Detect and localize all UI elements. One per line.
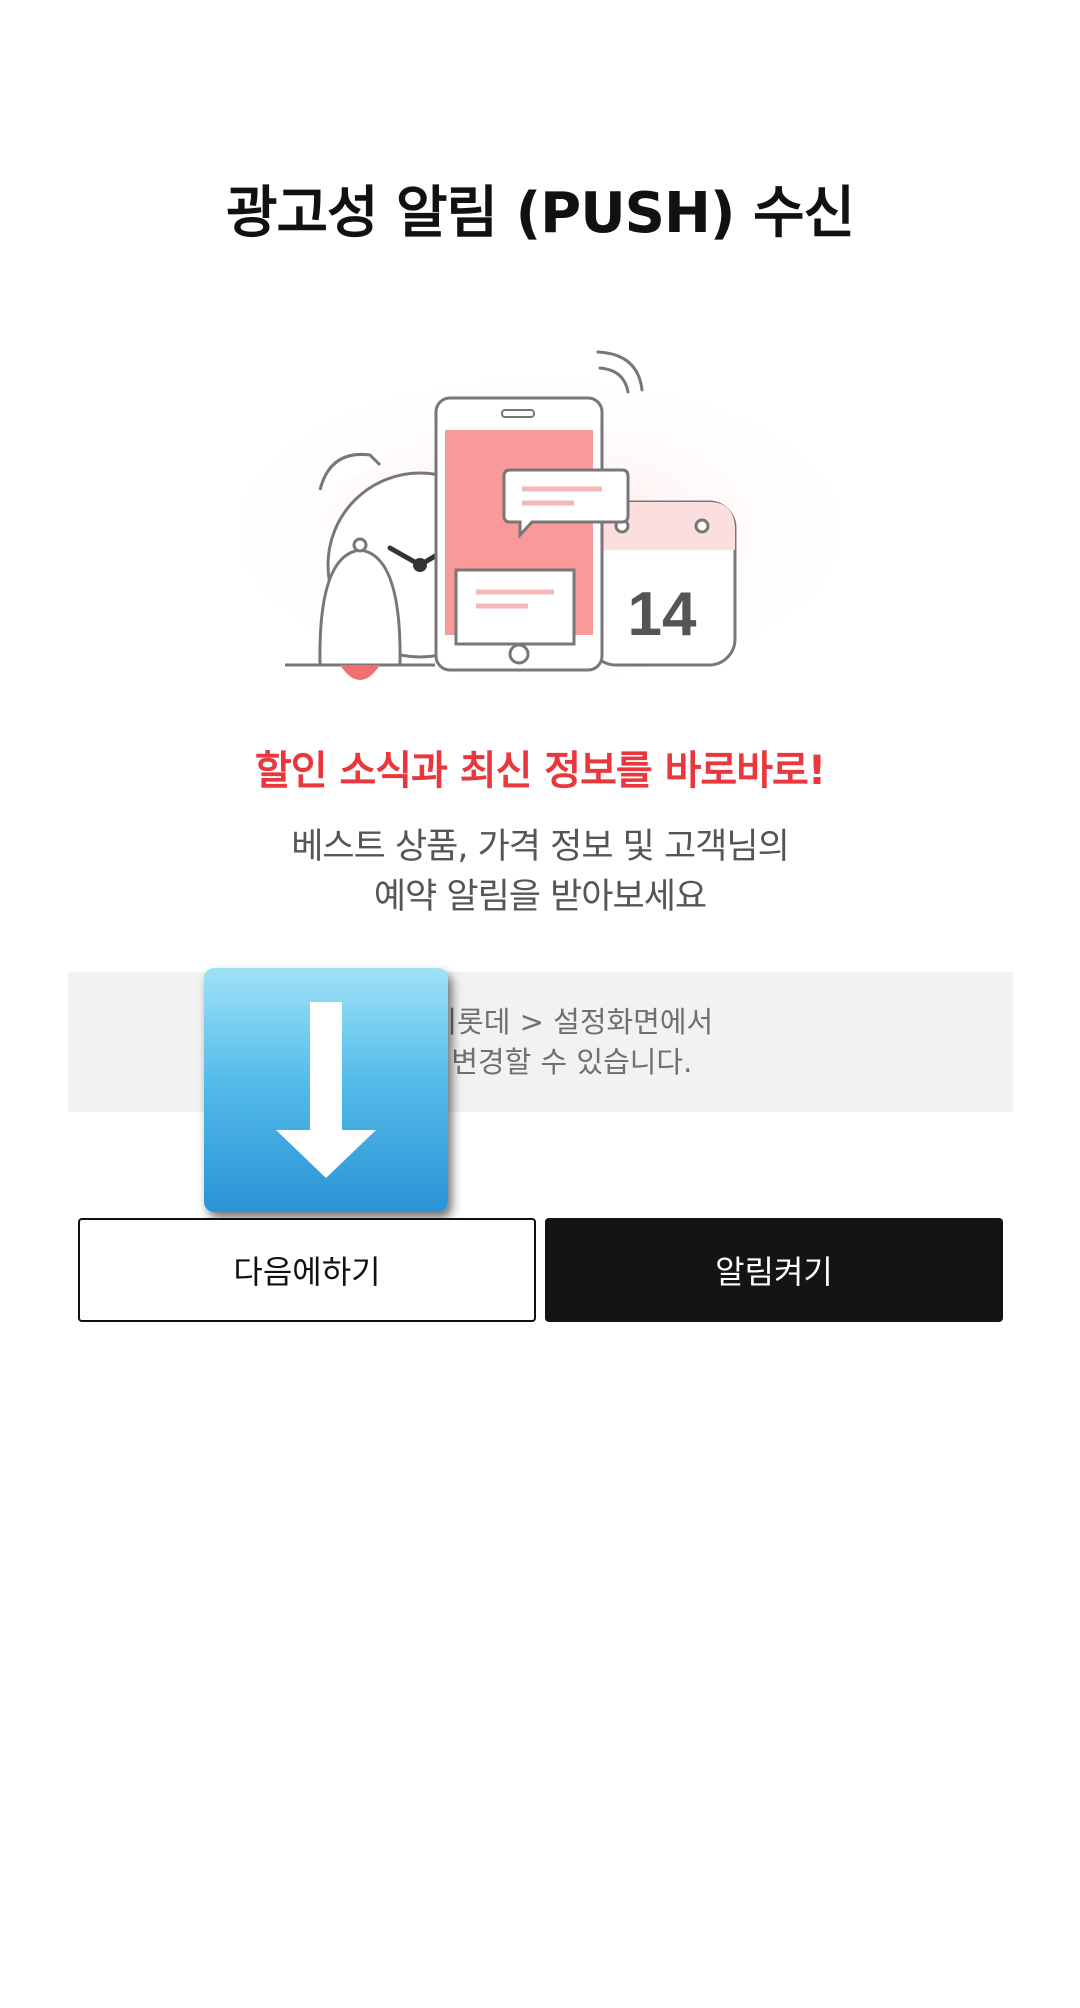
promo-headline: 할인 소식과 최신 정보를 바로바로! — [254, 748, 826, 794]
page-title: 광고성 알림 (PUSH) 수신 — [225, 181, 855, 246]
calendar-icon: 14 — [588, 500, 737, 667]
down-arrow-icon — [276, 1002, 376, 1178]
down-arrow-overlay — [204, 968, 448, 1212]
calendar-day-label: 14 — [628, 580, 697, 649]
enable-notifications-button[interactable]: 알림켜기 — [545, 1218, 1003, 1322]
later-button[interactable]: 다음에하기 — [78, 1218, 536, 1322]
promo-description: 베스트 상품, 가격 정보 및 고객님의 예약 알림을 받아보세요 — [0, 822, 1080, 922]
promo-description-line2: 예약 알림을 받아보세요 — [373, 877, 707, 917]
notification-illustration: 14 — [200, 350, 880, 700]
promo-description-line1: 베스트 상품, 가격 정보 및 고객님의 — [291, 827, 790, 867]
